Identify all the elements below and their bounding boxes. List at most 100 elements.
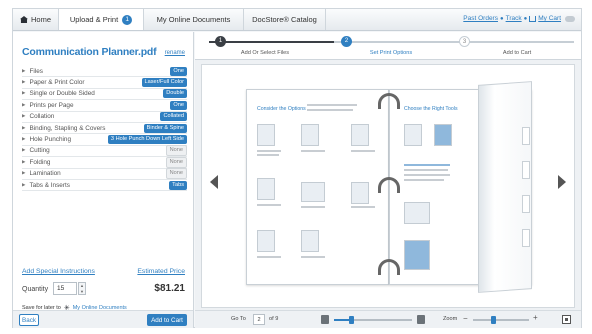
option-value-badge[interactable]: 3 Hole Punch Down Left Side — [107, 135, 187, 145]
options-list: Files One Paper & Print Color Laser/Full Co… — [22, 66, 187, 192]
page-thumbnail — [404, 202, 430, 224]
tab-upload-print[interactable]: Upload & Print 1 — [59, 9, 144, 30]
page-thumbnail — [351, 182, 369, 204]
page-slider[interactable] — [334, 316, 412, 324]
rename-link[interactable]: rename — [165, 50, 185, 56]
tab-upload-label: Upload & Print — [69, 15, 119, 24]
step-line-pending — [334, 41, 454, 43]
left-footer: Back Add to Cart — [13, 310, 193, 328]
home-icon — [19, 16, 28, 23]
option-label: Cutting — [22, 147, 49, 154]
viewer-toolbar: Go To 2 of 9 Zoom − + — [195, 310, 581, 328]
tab-docstore-catalog[interactable]: DocStore® Catalog — [244, 9, 326, 30]
option-value-badge[interactable]: One — [170, 100, 187, 110]
step-1-label: Add Or Select Files — [240, 50, 290, 56]
add-to-cart-button[interactable]: Add to Cart — [147, 314, 187, 326]
text-line — [351, 206, 375, 208]
divider-tab — [522, 161, 530, 179]
text-line — [257, 150, 281, 152]
text-line — [307, 109, 353, 111]
option-row[interactable]: Files One — [22, 66, 187, 78]
print-options-panel: Communication Planner.pdf rename Files On… — [13, 32, 194, 328]
right-page-heading: Choose the Right Tools — [404, 106, 458, 112]
option-row[interactable]: Folding None — [22, 156, 187, 169]
back-button[interactable]: Back — [19, 314, 39, 326]
option-value-badge[interactable]: One — [170, 66, 187, 76]
separator-dot: ● — [523, 15, 528, 22]
binder-ring-icon — [378, 177, 400, 193]
progress-steps: 1 2 3 Add Or Select Files Set Print Opti… — [195, 32, 581, 60]
option-value-badge[interactable]: None — [165, 145, 187, 157]
add-special-instructions-link[interactable]: Add Special Instructions — [22, 268, 95, 275]
tab-docs-label: My Online Documents — [156, 15, 231, 24]
option-label: Paper & Print Color — [22, 79, 84, 86]
fullscreen-icon[interactable] — [562, 315, 571, 324]
text-line — [404, 179, 444, 181]
option-label: Collation — [22, 113, 54, 120]
zoom-slider-knob[interactable] — [490, 316, 496, 324]
option-label: Binding, Stapling & Covers — [22, 125, 105, 132]
option-row[interactable]: Binding, Stapling & Covers Binder & Spine — [22, 123, 187, 135]
next-page-arrow-icon[interactable] — [558, 175, 566, 189]
my-cart-link[interactable]: My Cart — [538, 15, 561, 22]
option-row[interactable]: Single or Double Sided Double — [22, 89, 187, 101]
first-page-icon[interactable] — [321, 315, 329, 324]
option-row[interactable]: Collation Collated — [22, 112, 187, 123]
past-orders-link[interactable]: Past Orders — [463, 15, 498, 22]
text-line — [301, 150, 325, 152]
estimated-price-link[interactable]: Estimated Price — [137, 268, 185, 275]
zoom-in-icon[interactable]: + — [533, 313, 538, 322]
last-page-icon[interactable] — [417, 315, 425, 324]
divider-tab — [522, 229, 530, 247]
text-line — [351, 150, 375, 152]
page-total: of 9 — [269, 316, 279, 322]
option-row[interactable]: Tabs & Inserts Tabs — [22, 180, 187, 192]
option-value-badge[interactable]: Binder & Spine — [143, 123, 187, 133]
separator-dot: ● — [499, 15, 504, 22]
document-title: Communication Planner.pdf — [22, 46, 157, 58]
estimated-price: $81.21 — [154, 283, 185, 294]
option-row[interactable]: Paper & Print Color Laser/Full Color — [22, 77, 187, 89]
previous-page-arrow-icon[interactable] — [210, 175, 218, 189]
tab-my-online-documents[interactable]: My Online Documents — [144, 9, 244, 30]
option-value-badge[interactable]: Laser/Full Color — [141, 78, 187, 88]
page-thumbnail — [257, 230, 275, 252]
option-value-badge[interactable]: Collated — [160, 112, 187, 122]
option-value-badge[interactable]: Double — [163, 89, 187, 99]
option-row[interactable]: Lamination None — [22, 168, 187, 180]
binder-ring-icon — [378, 259, 400, 275]
option-row[interactable]: Cutting None — [22, 145, 187, 158]
option-row[interactable]: Prints per Page One — [22, 100, 187, 112]
text-line — [257, 154, 279, 156]
page-slider-knob[interactable] — [349, 316, 355, 324]
step-3-label: Add to Cart — [502, 50, 532, 56]
option-label: Single or Double Sided — [22, 90, 94, 97]
goto-label: Go To — [231, 316, 246, 322]
option-row[interactable]: Hole Punching 3 Hole Punch Down Left Side — [22, 134, 187, 146]
account-links: Past Orders ● Track ● My Cart — [463, 15, 575, 22]
option-value-badge[interactable]: None — [165, 156, 187, 168]
option-label: Files — [22, 68, 43, 75]
top-nav: Home Upload & Print 1 My Online Document… — [13, 9, 581, 31]
zoom-out-icon[interactable]: − — [463, 314, 468, 323]
page-number-input[interactable]: 2 — [253, 314, 265, 325]
cart-icon — [529, 15, 537, 22]
page-thumbnail — [404, 240, 430, 270]
step-3-dot: 3 — [459, 36, 470, 47]
app-frame: Home Upload & Print 1 My Online Document… — [12, 8, 582, 328]
tab-home[interactable]: Home — [13, 9, 59, 30]
left-page: Consider the Options — [246, 89, 389, 285]
option-label: Tabs & Inserts — [22, 182, 70, 189]
step-line-end — [454, 41, 574, 43]
text-line — [257, 256, 281, 258]
zoom-slider[interactable] — [473, 316, 529, 324]
tab-home-label: Home — [30, 15, 51, 24]
option-value-badge[interactable]: Tabs — [169, 180, 187, 190]
option-value-badge[interactable]: None — [165, 168, 187, 180]
option-label: Prints per Page — [22, 102, 73, 109]
track-link[interactable]: Track — [506, 15, 522, 22]
text-line — [404, 174, 450, 176]
quantity-input[interactable]: 15 — [53, 282, 77, 295]
quantity-stepper[interactable]: ▲ ▼ — [78, 282, 86, 295]
cart-toggle-icon[interactable] — [565, 15, 575, 22]
